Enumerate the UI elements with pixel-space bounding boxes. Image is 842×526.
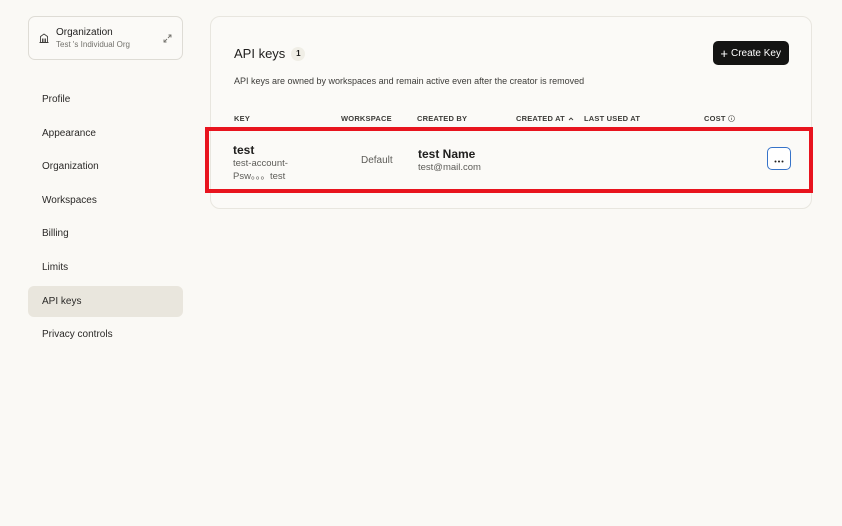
- sidebar: Organization Test 's Individual Org Prof…: [28, 16, 183, 353]
- table-row: test test-account-Psw。。。test Default tes…: [211, 135, 811, 195]
- column-header-created-at[interactable]: CREATED AT: [516, 114, 574, 123]
- column-header-created-by: CREATED BY: [417, 114, 468, 123]
- sidebar-item-billing[interactable]: Billing: [28, 218, 183, 249]
- page-title: API keys: [234, 46, 286, 61]
- sidebar-item-limits[interactable]: Limits: [28, 252, 183, 283]
- sidebar-item-appearance[interactable]: Appearance: [28, 118, 183, 149]
- creator-name: test Name: [418, 147, 476, 161]
- key-value: test-account-Psw。。。test: [233, 158, 288, 182]
- info-icon[interactable]: [727, 115, 735, 122]
- settings-nav: Profile Appearance Organization Workspac…: [28, 84, 183, 350]
- create-key-button[interactable]: + Create Key: [713, 41, 789, 65]
- sidebar-item-profile[interactable]: Profile: [28, 84, 183, 115]
- column-header-cost: COST: [704, 114, 735, 123]
- sidebar-item-organization[interactable]: Organization: [28, 151, 183, 182]
- creator-email: test@mail.com: [418, 162, 481, 173]
- column-header-last-used-at: LAST USED AT: [584, 114, 641, 123]
- org-name: Organization: [56, 26, 113, 38]
- org-subtitle: Test 's Individual Org: [56, 39, 131, 49]
- created-at-label: CREATED AT: [516, 114, 565, 123]
- org-switcher[interactable]: Organization Test 's Individual Org: [28, 16, 183, 60]
- column-header-workspace: WORKSPACE: [341, 114, 392, 123]
- sidebar-item-privacy-controls[interactable]: Privacy controls: [28, 319, 183, 350]
- key-name: test: [233, 143, 255, 157]
- count-badge: 1: [291, 46, 306, 61]
- page-description: API keys are owned by workspaces and rem…: [234, 76, 585, 86]
- expand-arrows-icon[interactable]: [163, 34, 172, 43]
- sidebar-item-workspaces[interactable]: Workspaces: [28, 185, 183, 216]
- ellipsis-icon: [774, 150, 784, 168]
- page-title-group: API keys 1: [234, 46, 306, 61]
- org-text: Organization Test 's Individual Org: [56, 26, 163, 49]
- cost-label: COST: [704, 114, 726, 123]
- create-key-label: Create Key: [730, 47, 781, 59]
- workspace-value: Default: [361, 155, 393, 166]
- column-header-key: KEY: [234, 114, 251, 123]
- row-actions-button[interactable]: [767, 147, 791, 170]
- api-keys-card: API keys 1 + Create Key API keys are own…: [210, 16, 812, 209]
- building-icon: [38, 32, 50, 44]
- plus-icon: +: [720, 45, 728, 61]
- chevron-up-icon: [568, 116, 574, 122]
- sidebar-item-api-keys[interactable]: API keys: [28, 285, 183, 317]
